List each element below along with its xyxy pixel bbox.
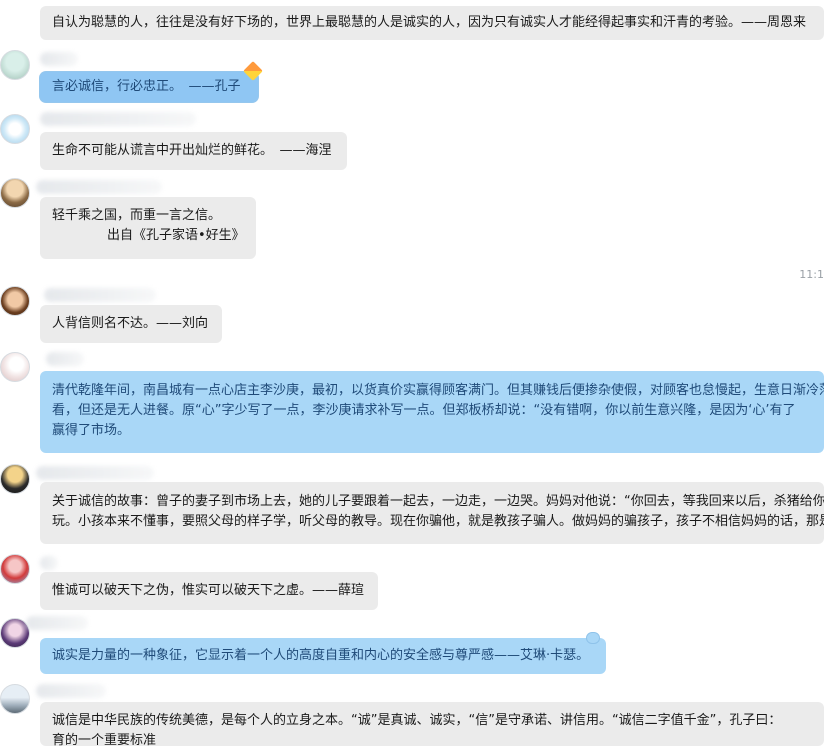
message-bubble[interactable]: 关于诚信的故事：曾子的妻子到市场上去，她的儿子要跟着一起去，一边走，一边哭。妈妈… — [40, 482, 824, 544]
avatar[interactable] — [0, 554, 30, 584]
sender-name — [36, 466, 154, 480]
message-bubble[interactable]: 清代乾隆年间，南昌城有一点心店主李沙庚，最初，以货真价实赢得顾客满门。但其赚钱后… — [40, 371, 824, 453]
sender-name — [36, 180, 162, 194]
sender-name — [26, 616, 88, 630]
avatar[interactable] — [0, 50, 30, 80]
message-bubble[interactable]: 人背信则名不达。——刘向 — [40, 305, 222, 343]
message-text: 关于诚信的故事：曾子的妻子到市场上去，她的儿子要跟着一起去，一边走，一边哭。妈妈… — [52, 494, 824, 509]
message-bubble[interactable]: 自认为聪慧的人，往往是没有好下场的，世界上最聪慧的人是诚实的人，因为只有诚实人才… — [40, 6, 824, 40]
avatar[interactable] — [0, 352, 30, 382]
message-bubble[interactable]: 轻千乘之国，而重一言之信。 出自《孔子家语•好生》 — [40, 197, 256, 259]
avatar[interactable] — [0, 286, 30, 316]
message-text: 生命不可能从谎言中开出灿烂的鲜花。 ——海涅 — [52, 143, 332, 158]
sender-name — [36, 684, 106, 698]
message-text: 赢得了市场。 — [52, 423, 131, 438]
sender-name — [40, 112, 196, 126]
message-text: 出自《孔子家语•好生》 — [107, 228, 245, 243]
message-text: 惟诚可以破天下之伪，惟实可以破天下之虚。——薛瑄 — [52, 583, 365, 598]
message-bubble[interactable]: 言必诚信，行必忠正。 ——孔子 — [40, 72, 258, 102]
message-text: 看，但还是无人进餐。原“心”字少写了一点，李沙庚请求补写一点。但郑板桥却说：“没… — [52, 403, 796, 418]
message-bubble[interactable]: 惟诚可以破天下之伪，惟实可以破天下之虚。——薛瑄 — [40, 572, 378, 610]
sender-name — [40, 52, 78, 66]
message-bubble[interactable]: 诚实是力量的一种象征，它显示着一个人的高度自重和内心的安全感与尊严感——艾琳·卡… — [40, 638, 606, 674]
sender-name — [44, 288, 156, 302]
message-text: 人背信则名不达。——刘向 — [52, 316, 209, 331]
avatar[interactable] — [0, 178, 30, 208]
message-text: 轻千乘之国，而重一言之信。 — [52, 208, 222, 223]
avatar[interactable] — [0, 684, 30, 714]
message-text: 玩。小孩本来不懂事，要照父母的样子学，听父母的教导。现在你骗他，就是教孩子骗人。… — [52, 514, 824, 529]
message-bubble[interactable]: 生命不可能从谎言中开出灿烂的鲜花。 ——海涅 — [40, 132, 347, 170]
avatar[interactable] — [0, 114, 30, 144]
message-text: 清代乾隆年间，南昌城有一点心店主李沙庚，最初，以货真价实赢得顾客满门。但其赚钱后… — [52, 383, 824, 398]
sender-name — [40, 556, 58, 570]
timestamp: 11:1 — [799, 268, 824, 281]
message-text: 诚信是中华民族的传统美德，是每个人的立身之本。“诚”是真诚、诚实，“信”是守承诺… — [52, 713, 782, 728]
bubble-corner-icon — [586, 632, 600, 644]
sender-name — [46, 352, 84, 366]
message-text: 自认为聪慧的人，往往是没有好下场的，世界上最聪慧的人是诚实的人，因为只有诚实人才… — [52, 15, 807, 30]
message-text: 诚实是力量的一种象征，它显示着一个人的高度自重和内心的安全感与尊严感——艾琳·卡… — [52, 648, 590, 663]
avatar[interactable] — [0, 464, 30, 494]
message-text: 言必诚信，行必忠正。 ——孔子 — [52, 79, 241, 94]
message-bubble[interactable]: 诚信是中华民族的传统美德，是每个人的立身之本。“诚”是真诚、诚实，“信”是守承诺… — [40, 702, 824, 746]
